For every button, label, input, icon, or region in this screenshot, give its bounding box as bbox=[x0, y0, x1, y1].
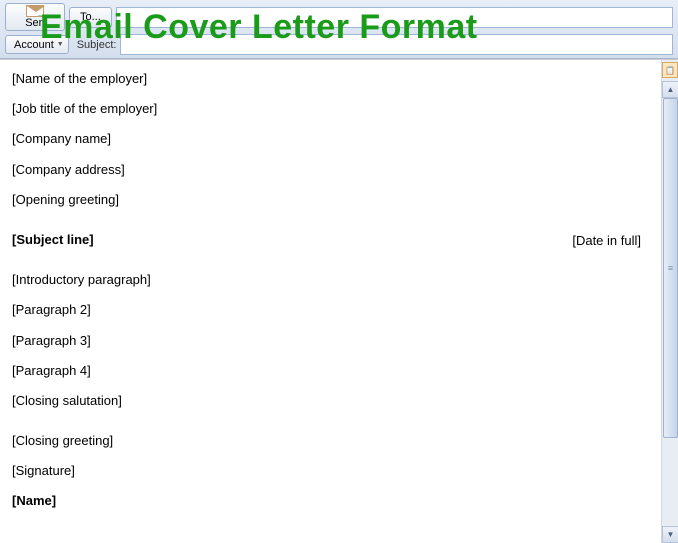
body-line: [Introductory paragraph] bbox=[12, 271, 649, 289]
envelope-icon bbox=[26, 5, 44, 17]
account-button[interactable]: Account ▼ bbox=[5, 35, 69, 54]
body-line: [Opening greeting] bbox=[12, 191, 649, 209]
body-line: [Signature] bbox=[12, 462, 649, 480]
compose-header: Sen To... Account ▼ Subject: bbox=[0, 0, 678, 59]
send-button[interactable]: Sen bbox=[5, 3, 65, 31]
body-line: [Job title of the employer] bbox=[12, 100, 649, 118]
paste-options-icon[interactable]: 📋 bbox=[662, 62, 678, 78]
name-line: [Name] bbox=[12, 492, 649, 510]
chevron-down-icon: ▼ bbox=[57, 41, 64, 48]
subject-label: Subject: bbox=[77, 39, 117, 51]
scroll-down-button[interactable]: ▼ bbox=[662, 526, 678, 543]
body-line: [Paragraph 4] bbox=[12, 362, 649, 380]
body-container: [Name of the employer] [Job title of the… bbox=[0, 59, 678, 543]
body-line: [Paragraph 2] bbox=[12, 301, 649, 319]
message-body[interactable]: [Name of the employer] [Job title of the… bbox=[0, 60, 661, 543]
body-line: [Name of the employer] bbox=[12, 70, 649, 88]
body-line: [Paragraph 3] bbox=[12, 332, 649, 350]
subject-line: [Subject line] bbox=[12, 231, 649, 249]
to-input[interactable] bbox=[116, 7, 673, 28]
body-line: [Closing greeting] bbox=[12, 432, 649, 450]
body-line: [Closing salutation] bbox=[12, 392, 649, 410]
body-line: [Company name] bbox=[12, 130, 649, 148]
vertical-scrollbar[interactable]: 📋 ▲ ▼ bbox=[661, 60, 678, 543]
to-button[interactable]: To... bbox=[69, 7, 112, 28]
scroll-thumb[interactable] bbox=[663, 98, 678, 438]
scroll-up-button[interactable]: ▲ bbox=[662, 81, 678, 98]
subject-input[interactable] bbox=[120, 34, 673, 55]
date-line: [Date in full] bbox=[572, 232, 641, 250]
body-line: [Company address] bbox=[12, 161, 649, 179]
